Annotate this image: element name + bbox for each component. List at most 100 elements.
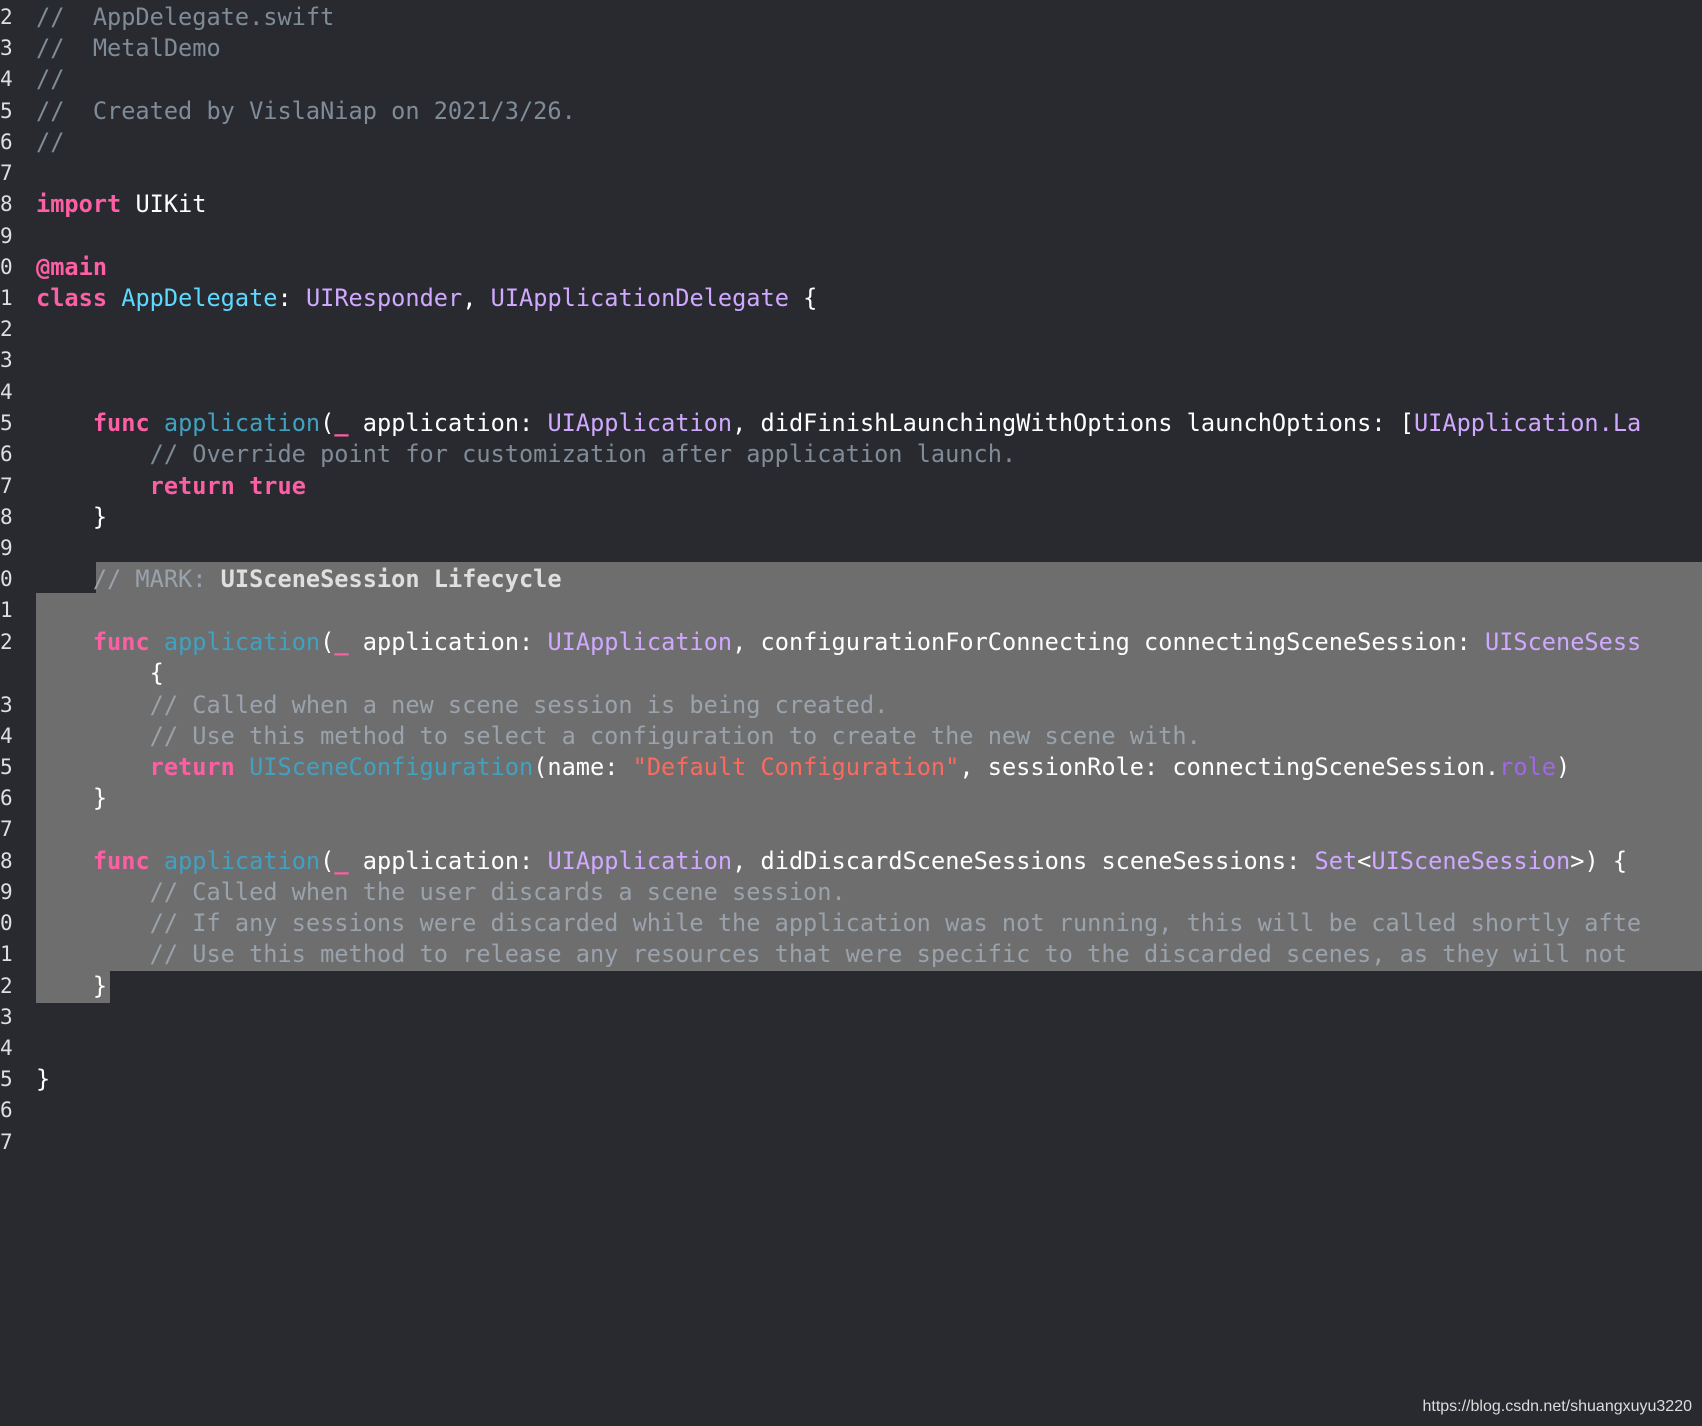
code-line[interactable]: 0 @main xyxy=(0,250,1702,284)
code-line[interactable]: 0 // MARK: UISceneSession Lifecycle xyxy=(0,562,1702,596)
code-editor[interactable]: 2 // AppDelegate.swift 3 // MetalDemo 4 // 5 //… xyxy=(0,0,1702,1426)
token-comment: // xyxy=(36,65,65,93)
code-line[interactable]: 4 xyxy=(0,1031,1702,1065)
code-line[interactable]: 6 } xyxy=(0,781,1702,815)
code-line[interactable]: 7 return true xyxy=(0,469,1702,503)
token-member: role xyxy=(1499,753,1556,781)
line-number: 5 xyxy=(0,1067,13,1091)
code-line[interactable]: 1 // Use this method to release any reso… xyxy=(0,937,1702,971)
token-markbold: UISceneSession Lifecycle xyxy=(220,565,562,593)
code-line[interactable]: 3 // MetalDemo xyxy=(0,31,1702,65)
code-line[interactable]: 4 // xyxy=(0,62,1702,96)
line-number: 2 xyxy=(0,5,13,29)
code-line[interactable]: 2 xyxy=(0,312,1702,346)
line-number: 3 xyxy=(0,693,13,717)
code-line[interactable]: 8 } xyxy=(0,500,1702,534)
code-line[interactable]: 4 // Use this method to select a configu… xyxy=(0,719,1702,753)
code-line[interactable]: 5} xyxy=(0,1062,1702,1096)
token-func: application xyxy=(163,847,321,875)
code-line[interactable]: 1 xyxy=(0,593,1702,627)
token-decl: AppDelegate xyxy=(121,284,278,312)
line-number: 8 xyxy=(0,849,13,873)
text-selection xyxy=(36,812,1702,846)
code-line[interactable]: 9 xyxy=(0,219,1702,253)
code-line[interactable]: 9 // Called when the user discards a sce… xyxy=(0,875,1702,909)
token-comment: // xyxy=(36,128,65,156)
code-line[interactable]: 5 return UISceneConfiguration(name: "Def… xyxy=(0,750,1702,784)
token-keyword: func xyxy=(92,628,150,656)
line-number: 7 xyxy=(0,161,13,185)
code-line[interactable]: 8 import UIKit xyxy=(0,187,1702,221)
line-number: 5 xyxy=(0,411,13,435)
code-line[interactable]: 4 xyxy=(0,375,1702,409)
line-number: 9 xyxy=(0,880,13,904)
line-number: 7 xyxy=(0,1130,13,1154)
token-plain: } xyxy=(36,503,108,531)
code-line[interactable]: 2 func application(_ application: UIAppl… xyxy=(0,625,1702,659)
code-text: import UIKit xyxy=(36,187,206,221)
text-selection xyxy=(36,781,1702,815)
code-line[interactable]: 3 xyxy=(0,343,1702,377)
token-keyword: _ xyxy=(334,628,349,656)
code-line[interactable]: 3 xyxy=(0,1000,1702,1034)
line-number: 7 xyxy=(0,817,13,841)
code-line[interactable]: 7 xyxy=(0,1125,1702,1159)
code-line[interactable]: 9 xyxy=(0,531,1702,565)
code-text: class AppDelegate: UIResponder, UIApplic… xyxy=(36,281,817,315)
code-line[interactable]: 6 xyxy=(0,1093,1702,1127)
token-plain: } xyxy=(36,784,108,812)
line-number: 3 xyxy=(0,348,13,372)
token-func: UISceneConfiguration xyxy=(249,753,534,781)
token-type: UISceneSession xyxy=(1371,847,1571,875)
line-number: 5 xyxy=(0,755,13,779)
token-plain: , xyxy=(462,284,491,312)
line-number: 2 xyxy=(0,317,13,341)
text-selection xyxy=(36,593,1702,627)
watermark-url: https://blog.csdn.net/shuangxuyu3220 xyxy=(1422,1398,1692,1415)
line-number: 4 xyxy=(0,1036,13,1060)
token-type: Set xyxy=(1314,847,1358,875)
code-line[interactable]: 1 class AppDelegate: UIResponder, UIAppli… xyxy=(0,281,1702,315)
token-plain: , sessionRole: connectingSceneSession. xyxy=(959,753,1500,781)
code-line[interactable]: 3 // Called when a new scene session is … xyxy=(0,688,1702,722)
token-type: UIApplication xyxy=(547,847,733,875)
token-plain: application: xyxy=(348,409,548,437)
code-text: } xyxy=(36,969,107,1003)
code-line[interactable]: 2 } xyxy=(0,969,1702,1003)
line-number: 1 xyxy=(0,286,13,310)
token-plain: , didFinishLaunchingWithOptions launchOp… xyxy=(732,409,1414,437)
code-line[interactable]: 7 xyxy=(0,812,1702,846)
token-type: UIResponder xyxy=(305,284,463,312)
code-line[interactable]: 5 // Created by VislaNiap on 2021/3/26. xyxy=(0,94,1702,128)
code-line[interactable]: 6 // Override point for customization af… xyxy=(0,437,1702,471)
line-number: 0 xyxy=(0,911,13,935)
code-line[interactable]: 2 // AppDelegate.swift xyxy=(0,0,1702,34)
code-line[interactable]: 8 func application(_ application: UIAppl… xyxy=(0,844,1702,878)
code-text: // MARK: UISceneSession Lifecycle xyxy=(36,562,562,596)
code-line[interactable]: { xyxy=(0,656,1702,690)
token-comment: // Use this method to select a configura… xyxy=(36,722,1201,750)
token-plain: { xyxy=(36,659,164,687)
token-type: UIApplicationDelegate xyxy=(490,284,789,312)
code-line[interactable]: 0 // If any sessions were discarded whil… xyxy=(0,906,1702,940)
line-number: 2 xyxy=(0,974,13,998)
token-type: UIApplication.La xyxy=(1413,409,1642,437)
code-text: // Use this method to release any resour… xyxy=(36,937,1627,971)
code-line[interactable]: 7 xyxy=(0,156,1702,190)
code-text: @main xyxy=(36,250,107,284)
token-plain: } xyxy=(36,972,108,1000)
token-func: application xyxy=(163,628,321,656)
code-text: func application(_ application: UIApplic… xyxy=(36,844,1627,878)
code-text: // Use this method to select a configura… xyxy=(36,719,1201,753)
token-plain: (name: xyxy=(533,753,633,781)
code-text: { xyxy=(36,656,164,690)
code-line[interactable]: 6 // xyxy=(0,125,1702,159)
code-line[interactable]: 5 func application(_ application: UIAppl… xyxy=(0,406,1702,440)
line-number: 1 xyxy=(0,942,13,966)
